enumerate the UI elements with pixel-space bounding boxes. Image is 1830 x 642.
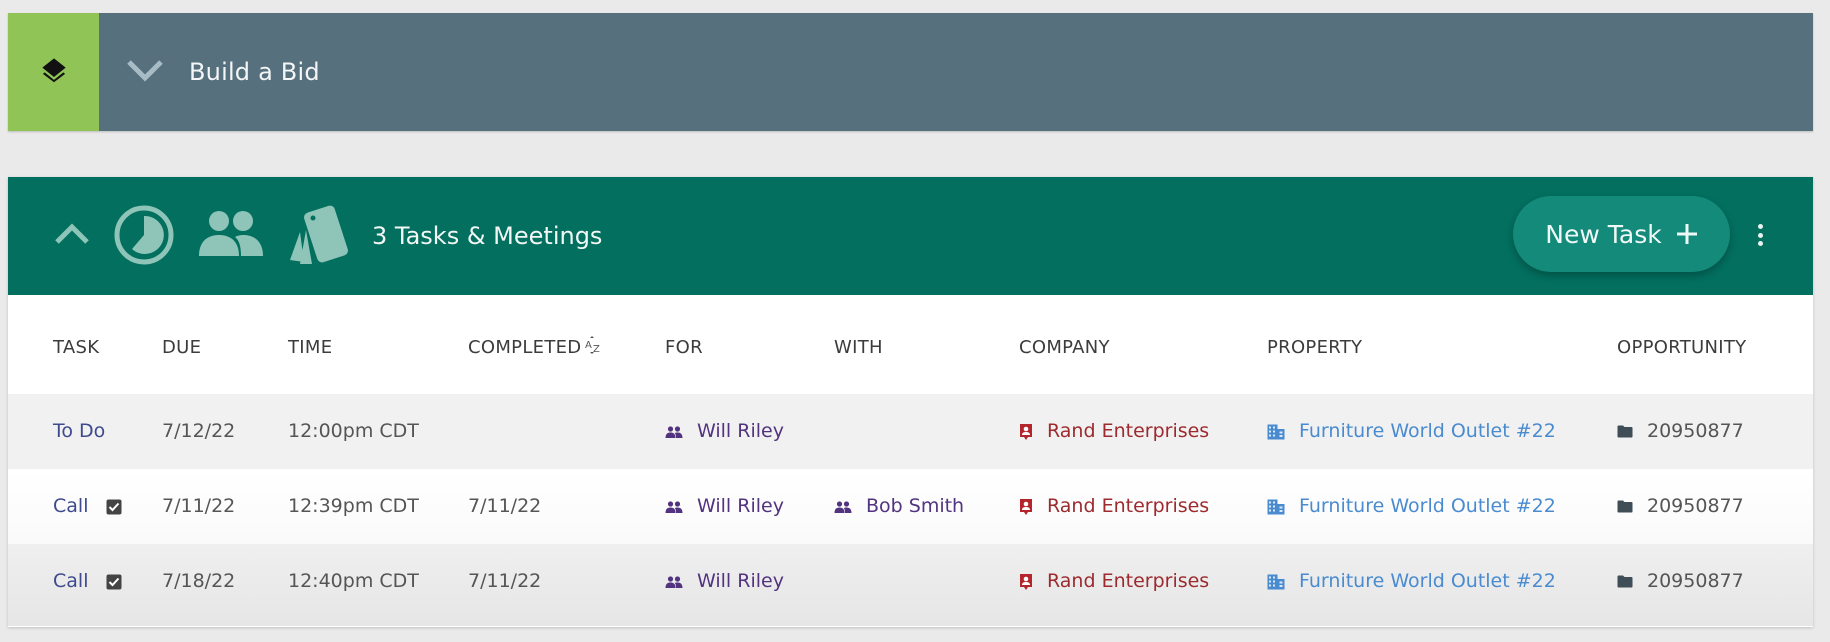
sort-az-icon: AZ xyxy=(585,335,603,360)
building-icon xyxy=(1267,499,1285,515)
table-row[interactable]: Call 7/11/22 12:39pm CDT 7/11/22 Will Ri… xyxy=(8,469,1813,544)
section-title: Build a Bid xyxy=(189,58,320,86)
company-cell: Rand Enterprises xyxy=(1019,469,1209,544)
for-cell: Will Riley xyxy=(665,469,784,544)
building-icon xyxy=(1267,574,1285,590)
panel-header: 3 Tasks & Meetings New Task xyxy=(8,177,1813,295)
property-link[interactable]: Furniture World Outlet #22 xyxy=(1299,544,1556,619)
opportunity-cell: 20950877 xyxy=(1617,469,1744,544)
company-link[interactable]: Rand Enterprises xyxy=(1047,544,1209,619)
company-cell: Rand Enterprises xyxy=(1019,394,1209,469)
property-cell: Furniture World Outlet #22 xyxy=(1267,469,1556,544)
new-task-button[interactable]: New Task xyxy=(1513,196,1730,272)
person-icon xyxy=(834,500,852,513)
task-link[interactable]: Call xyxy=(53,469,88,544)
layers-icon xyxy=(40,56,68,88)
with-cell: Bob Smith xyxy=(834,469,964,544)
column-header-completed[interactable]: COMPLETED AZ xyxy=(468,295,603,394)
company-link[interactable]: Rand Enterprises xyxy=(1047,469,1209,544)
chevron-down-icon xyxy=(125,57,165,87)
column-header-opportunity[interactable]: OPPORTUNITY xyxy=(1617,295,1746,394)
company-icon xyxy=(1019,498,1033,516)
opportunity-link[interactable]: 20950877 xyxy=(1647,394,1744,469)
due-cell: 7/18/22 xyxy=(162,570,236,592)
due-cell: 7/11/22 xyxy=(162,495,236,517)
column-header-with[interactable]: WITH xyxy=(834,295,883,394)
kebab-dot xyxy=(1757,241,1763,246)
person-icon xyxy=(665,500,683,513)
time-cell: 12:40pm CDT xyxy=(288,570,419,592)
opportunity-cell: 20950877 xyxy=(1617,544,1744,619)
column-header-company[interactable]: COMPANY xyxy=(1019,295,1110,394)
cards-icon xyxy=(286,202,352,270)
property-cell: Furniture World Outlet #22 xyxy=(1267,394,1556,469)
section-badge xyxy=(8,13,99,131)
due-cell: 7/12/22 xyxy=(162,420,236,442)
for-cell: Will Riley xyxy=(665,394,784,469)
kebab-menu-icon xyxy=(1757,224,1763,229)
for-person-link[interactable]: Will Riley xyxy=(697,394,784,469)
property-cell: Furniture World Outlet #22 xyxy=(1267,544,1556,619)
cards-filter-button[interactable] xyxy=(284,203,354,269)
people-filter-button[interactable] xyxy=(196,211,266,261)
completed-cell: 7/11/22 xyxy=(468,570,542,592)
folder-icon xyxy=(1617,425,1633,438)
company-link[interactable]: Rand Enterprises xyxy=(1047,394,1209,469)
company-icon xyxy=(1019,573,1033,591)
svg-text:A: A xyxy=(585,340,592,351)
property-link[interactable]: Furniture World Outlet #22 xyxy=(1299,394,1556,469)
column-header-due[interactable]: DUE xyxy=(162,295,201,394)
checkbox-checked-icon xyxy=(106,574,122,590)
people-icon xyxy=(197,210,265,262)
person-icon xyxy=(665,575,683,588)
with-person-link[interactable]: Bob Smith xyxy=(866,469,964,544)
more-options-button[interactable] xyxy=(1753,220,1767,250)
checkbox-checked-icon xyxy=(106,499,122,515)
completed-cell: 7/11/22 xyxy=(468,495,542,517)
collapse-panel-toggle[interactable] xyxy=(52,221,92,251)
task-cell: Call xyxy=(53,544,122,619)
property-link[interactable]: Furniture World Outlet #22 xyxy=(1299,469,1556,544)
company-icon xyxy=(1019,423,1033,441)
new-task-label: New Task xyxy=(1545,219,1662,249)
kebab-dot xyxy=(1757,232,1763,238)
task-link[interactable]: Call xyxy=(53,544,88,619)
column-header-completed-label: COMPLETED xyxy=(468,337,582,358)
column-header-property[interactable]: PROPERTY xyxy=(1267,295,1362,394)
plus-icon xyxy=(1676,218,1698,250)
expand-section-toggle[interactable] xyxy=(125,57,165,87)
person-icon xyxy=(665,425,683,438)
table-header: TASK DUE TIME COMPLETED AZ FOR WITH COMP… xyxy=(8,295,1813,394)
clock-icon xyxy=(113,204,175,270)
opportunity-link[interactable]: 20950877 xyxy=(1647,544,1744,619)
time-cell: 12:00pm CDT xyxy=(288,420,419,442)
panel-title: 3 Tasks & Meetings xyxy=(372,222,603,250)
chevron-up-icon xyxy=(54,222,90,250)
for-cell: Will Riley xyxy=(665,544,784,619)
company-cell: Rand Enterprises xyxy=(1019,544,1209,619)
opportunity-link[interactable]: 20950877 xyxy=(1647,469,1744,544)
building-icon xyxy=(1267,424,1285,440)
task-cell: To Do xyxy=(53,394,105,469)
clock-filter-button[interactable] xyxy=(112,205,176,269)
for-person-link[interactable]: Will Riley xyxy=(697,469,784,544)
tasks-meetings-panel: 3 Tasks & Meetings New Task TASK DUE TIM… xyxy=(8,177,1813,627)
task-cell: Call xyxy=(53,469,122,544)
for-person-link[interactable]: Will Riley xyxy=(697,544,784,619)
table-row[interactable]: To Do 7/12/22 12:00pm CDT Will Riley Ran… xyxy=(8,394,1813,469)
time-cell: 12:39pm CDT xyxy=(288,495,419,517)
column-header-time[interactable]: TIME xyxy=(288,295,332,394)
task-link[interactable]: To Do xyxy=(53,394,105,469)
column-header-task[interactable]: TASK xyxy=(53,295,99,394)
table-row[interactable]: Call 7/18/22 12:40pm CDT 7/11/22 Will Ri… xyxy=(8,544,1813,626)
opportunity-cell: 20950877 xyxy=(1617,394,1744,469)
svg-text:Z: Z xyxy=(593,344,600,355)
column-header-for[interactable]: FOR xyxy=(665,295,703,394)
folder-icon xyxy=(1617,575,1633,588)
folder-icon xyxy=(1617,500,1633,513)
build-a-bid-section-header[interactable]: Build a Bid xyxy=(8,13,1813,131)
